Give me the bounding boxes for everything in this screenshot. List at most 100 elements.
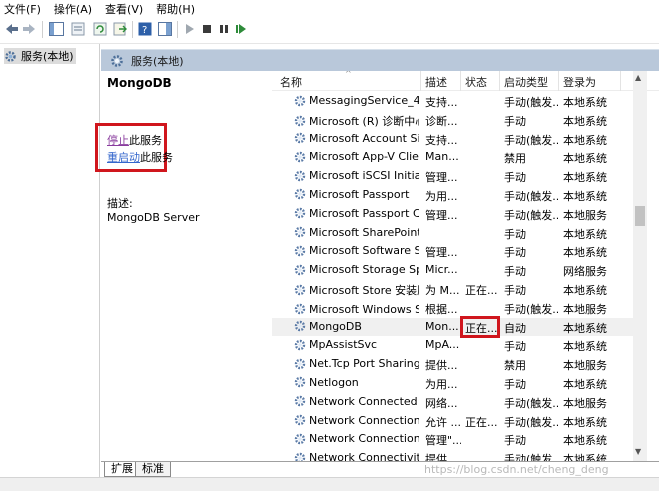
service-gear-icon xyxy=(294,264,306,276)
service-name-cell: Microsoft iSCSI Initiator Ser... xyxy=(294,169,419,182)
table-row[interactable]: Microsoft Windows SMS 路... 根据... 手动(触发... 本… xyxy=(272,299,644,318)
tree-item-services-local[interactable]: 服务(本地) xyxy=(4,48,76,64)
menu-action[interactable]: 操作(A) xyxy=(54,1,92,17)
table-row[interactable]: Microsoft Software Shado... 管理... 手动 本地系统 xyxy=(272,242,644,261)
back-arrow-icon[interactable] xyxy=(4,21,20,37)
menu-help[interactable]: 帮助(H) xyxy=(156,1,195,17)
service-logon-cell: 本地系统 xyxy=(563,283,607,297)
service-logon-cell: 本地服务 xyxy=(563,359,607,373)
service-gear-icon xyxy=(294,226,306,238)
table-row[interactable]: Net.Tcp Port Sharing Service 提供... 禁用 本地服务 xyxy=(272,355,644,374)
services-panel: 服务(本地) MongoDB 停止此服务 重启动此服务 描述: MongoDB … xyxy=(95,44,659,491)
table-row[interactable]: MessagingService_41df3 支持... 手动(触发... 本地系统 xyxy=(272,92,644,111)
forward-arrow-icon[interactable] xyxy=(21,21,37,37)
table-row[interactable]: Network Connection Broker 允许 ... 正在... 手动(触… xyxy=(272,412,644,431)
scroll-down-arrow-icon[interactable]: ▼ xyxy=(635,447,641,456)
service-name-text: Microsoft SharePoint Work... xyxy=(309,225,419,239)
service-name: MongoDB xyxy=(107,76,172,90)
service-startup-type-cell: 手动 xyxy=(504,114,526,128)
service-logon-cell: 本地系统 xyxy=(563,227,607,241)
service-logon-cell: 本地系统 xyxy=(563,340,607,354)
service-detail-pane: MongoDB 停止此服务 重启动此服务 描述: MongoDB Server xyxy=(95,71,271,461)
table-row[interactable]: MpAssistSvc MpA... 手动 本地系统 xyxy=(272,336,644,355)
description-value: MongoDB Server xyxy=(107,211,200,224)
stop-service-icon[interactable] xyxy=(199,21,215,37)
column-header-logon-as[interactable]: 登录为 xyxy=(563,74,596,90)
service-name-cell: Microsoft Passport xyxy=(294,188,419,201)
column-header-startup-type[interactable]: 启动类型 xyxy=(504,74,548,90)
service-startup-type-cell: 手动 xyxy=(504,227,526,241)
service-description-cell: 管理... xyxy=(425,208,458,222)
table-row[interactable]: Microsoft (R) 诊断中心标准... 诊断... 手动 本地系统 xyxy=(272,111,644,130)
refresh-icon[interactable] xyxy=(92,21,108,37)
service-gear-icon xyxy=(294,433,306,445)
table-row[interactable]: Microsoft Storage Spaces S... Micr... 手动 网络… xyxy=(272,261,644,280)
table-row[interactable]: Microsoft Account Sign-in ... 支持... 手动(触发.… xyxy=(272,130,644,149)
service-logon-cell: 本地系统 xyxy=(563,453,607,461)
service-gear-icon xyxy=(294,303,306,315)
service-logon-cell: 本地系统 xyxy=(563,133,607,147)
panel-header: 服务(本地) xyxy=(101,49,659,71)
service-name-cell: Network Connected Devic... xyxy=(294,395,419,408)
table-row[interactable]: Network Connectivity Assis... 提供... 手动(触发.… xyxy=(272,449,644,461)
service-description-cell: 提供... xyxy=(425,359,458,373)
service-logon-cell: 本地系统 xyxy=(563,152,607,166)
service-name-cell: Network Connections xyxy=(294,432,419,445)
panel-title: 服务(本地) xyxy=(131,54,184,68)
table-row[interactable]: MongoDB Mon... 正在... 自动 本地系统 xyxy=(272,315,644,338)
scroll-up-arrow-icon[interactable]: ▲ xyxy=(635,73,641,82)
service-name-text: Network Connectivity Assis... xyxy=(309,451,419,461)
service-name-cell: Microsoft App-V Client xyxy=(294,150,419,163)
table-row[interactable]: Netlogon 为用... 手动 本地系统 xyxy=(272,374,644,393)
service-name-cell: Microsoft Store 安装服务 xyxy=(294,282,419,298)
description-label: 描述: xyxy=(107,197,133,210)
properties-icon[interactable] xyxy=(70,21,86,37)
service-description-cell: 管理"... xyxy=(425,434,461,448)
menu-view[interactable]: 查看(V) xyxy=(105,1,143,17)
service-startup-type-cell: 手动(触发... xyxy=(504,133,558,147)
stop-service-link[interactable]: 停止 xyxy=(107,134,129,147)
column-header-status[interactable]: 状态 xyxy=(465,74,487,90)
service-name-text: Microsoft Store 安装服务 xyxy=(309,283,419,297)
service-gear-icon xyxy=(294,358,306,370)
table-row[interactable]: Network Connections 管理"... 手动 本地系统 xyxy=(272,430,644,449)
table-row[interactable]: Microsoft App-V Client Man... 禁用 本地系统 xyxy=(272,148,644,167)
service-description-cell: 支持... xyxy=(425,133,458,147)
restart-service-link[interactable]: 重启动 xyxy=(107,151,140,164)
console-tree-icon[interactable] xyxy=(48,21,64,37)
start-service-icon[interactable] xyxy=(182,21,198,37)
service-startup-type-cell: 自动 xyxy=(504,321,526,335)
table-row[interactable]: Microsoft Passport Container 管理... 手动(触发..… xyxy=(272,205,644,224)
table-row[interactable]: Microsoft Passport 为用... 手动(触发... 本地系统 xyxy=(272,186,644,205)
service-startup-type-cell: 手动(触发... xyxy=(504,208,558,222)
service-name-cell: Netlogon xyxy=(294,376,419,389)
vertical-scrollbar[interactable]: ▲ ▼ xyxy=(633,71,647,461)
service-description-cell: 提供... xyxy=(425,453,458,461)
column-header-description[interactable]: 描述 xyxy=(425,74,447,90)
service-logon-cell: 本地系统 xyxy=(563,189,607,203)
stop-service-line: 停止此服务 xyxy=(107,132,162,148)
service-name-cell: Microsoft (R) 诊断中心标准... xyxy=(294,113,419,129)
table-row[interactable]: Microsoft Store 安装服务为 M... 正在... 手动 本地系统 xyxy=(272,280,644,299)
service-logon-cell: 本地系统 xyxy=(563,96,607,109)
status-bar xyxy=(0,477,659,491)
service-logon-cell: 网络服务 xyxy=(563,265,607,279)
export-list-icon[interactable] xyxy=(112,21,128,37)
service-startup-type-cell: 手动 xyxy=(504,171,526,185)
show-hide-action-pane-icon[interactable] xyxy=(157,21,173,37)
service-name-text: Network Connection Broker xyxy=(309,413,419,427)
menu-file[interactable]: 文件(F) xyxy=(4,1,41,17)
table-row[interactable]: Network Connected Devic... 网络... 手动(触发... 本… xyxy=(272,393,644,412)
table-row[interactable]: Microsoft iSCSI Initiator Ser... 管理... 手动 本… xyxy=(272,167,644,186)
pause-service-icon[interactable] xyxy=(216,21,232,37)
restart-service-icon[interactable] xyxy=(233,21,249,37)
scroll-thumb[interactable] xyxy=(635,206,645,226)
service-name-cell: Network Connection Broker xyxy=(294,414,419,427)
column-header-name[interactable]: 名称 xyxy=(280,74,302,90)
service-description-cell: 根据... xyxy=(425,302,458,316)
service-name-cell: Microsoft Software Shado... xyxy=(294,244,419,257)
tab-standard[interactable]: 标准 xyxy=(135,462,171,477)
help-icon[interactable]: ? xyxy=(137,21,153,37)
table-row[interactable]: Microsoft SharePoint Work... 手动 本地系统 xyxy=(272,224,644,243)
service-name-cell: Microsoft Passport Container xyxy=(294,207,419,220)
